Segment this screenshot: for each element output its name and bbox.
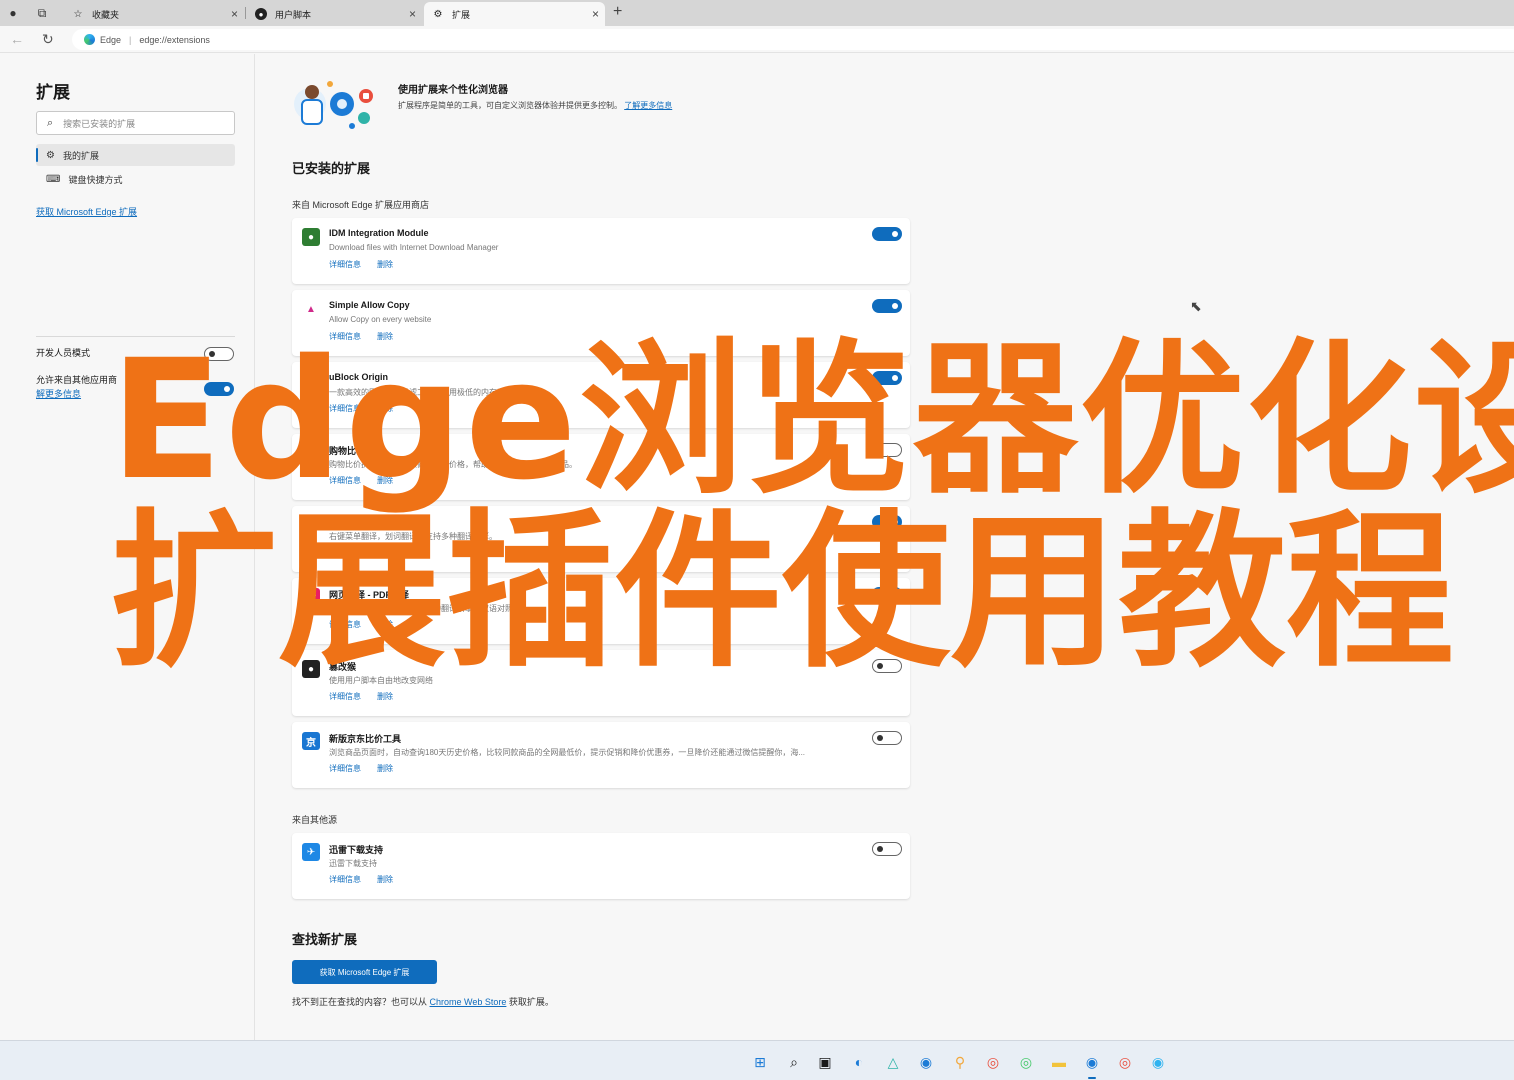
search-input[interactable]: ⌕ 搜索已安装的扩展 [36, 111, 235, 135]
app-icon[interactable]: ◐ [849, 1052, 869, 1072]
mouse-cursor-icon: ⬉ [1190, 298, 1202, 314]
sidebar-item-label: 我的扩展 [62, 150, 99, 161]
overlay-title-line2: 扩展插件使用教程 [110, 494, 1454, 690]
keyboard-icon: ⌨ [46, 173, 61, 185]
address-toolbar: ← ↻ Edge | edge://extensions [0, 26, 1514, 53]
other-source-label: 来自其他源 [292, 815, 338, 825]
extension-name: IDM Integration Module [329, 228, 429, 238]
refresh-icon[interactable]: ↻ [42, 31, 54, 48]
back-arrow-icon[interactable]: ← [10, 31, 24, 47]
developer-mode-label: 开发人员模式 [36, 348, 91, 358]
chrome-web-store-link[interactable]: Chrome Web Store [430, 997, 507, 1007]
details-link[interactable]: 详细信息 [329, 763, 361, 774]
file-explorer-icon[interactable]: ▬ [1049, 1052, 1069, 1072]
tab-strip: ● ⧉ ☆ 收藏夹 × ● 用户脚本 × ⚙ 扩展 × + [0, 0, 1514, 26]
tab-separator [245, 7, 246, 19]
extensions-hero-illustration [294, 81, 373, 129]
extension-toggle[interactable] [872, 299, 902, 313]
edge-beta-icon[interactable]: ◉ [916, 1052, 936, 1072]
workspaces-icon[interactable]: ⧉ [33, 4, 51, 22]
search-icon[interactable]: ⌕ [784, 1052, 804, 1072]
details-link[interactable]: 详细信息 [329, 259, 361, 270]
active-app-indicator [1088, 1077, 1096, 1079]
simple-allow-copy-icon: ▲ [302, 300, 320, 318]
search-placeholder: 搜索已安装的扩展 [63, 118, 136, 129]
close-icon[interactable]: × [231, 7, 238, 21]
extension-description: 浏览商品页面时，自动查询180天历史价格，比较同款商品的全网最低价，提示促销和降… [329, 748, 806, 757]
address-divider: | [129, 34, 132, 45]
find-note-suffix: 获取扩展。 [508, 997, 554, 1007]
get-extensions-link[interactable]: 获取 Microsoft Edge 扩展 [36, 205, 137, 218]
tab-label: 扩展 [452, 9, 471, 20]
installed-heading: 已安装的扩展 [292, 161, 371, 176]
remove-link[interactable]: 删除 [377, 874, 393, 885]
taskbar: ⊞ ⌕ ▣ ◐ △ ◉ ⚲ ◎ ◎ ▬ ◉ ◎ ◉ [0, 1040, 1514, 1080]
search-icon: ⌕ [47, 116, 54, 129]
search-app-icon[interactable]: ⚲ [950, 1052, 970, 1072]
hero-description: 扩展程序是简单的工具，可自定义浏览器体验并提供更多控制。 了解更多信息 [398, 100, 672, 111]
hero-learn-more-link[interactable]: 了解更多信息 [624, 101, 672, 110]
edge-logo-icon [84, 34, 95, 45]
extension-toggle[interactable] [872, 731, 902, 745]
extension-name: Simple Allow Copy [329, 300, 410, 310]
favorites-star-icon: ☆ [73, 8, 83, 20]
extension-card: ✈ 迅雷下载支持 迅雷下载支持 详细信息 删除 [292, 833, 910, 899]
remove-link[interactable]: 删除 [377, 259, 393, 270]
jd-price-icon: 京 [302, 732, 320, 750]
address-site-label: Edge [100, 34, 122, 45]
store-source-label: 来自 Microsoft Edge 扩展应用商店 [292, 200, 430, 210]
extension-puzzle-icon: ⚙ [433, 8, 443, 20]
extension-card: ● IDM Integration Module Download files … [292, 218, 910, 284]
sidebar-item-my-extensions[interactable]: ⚙ 我的扩展 [36, 144, 235, 166]
chrome-alt-icon[interactable]: ◎ [1016, 1052, 1036, 1072]
extension-card: 京 新版京东比价工具 浏览商品页面时，自动查询180天历史价格，比较同款商品的全… [292, 722, 910, 788]
sidebar-item-label: 键盘快捷方式 [68, 174, 123, 185]
extension-toggle[interactable] [872, 842, 902, 856]
new-tab-button[interactable]: + [613, 3, 622, 21]
find-note: 找不到正在查找的内容？也可以从 Chrome Web Store 获取扩展。 [292, 995, 554, 1008]
close-icon[interactable]: × [592, 7, 599, 21]
tab-extensions[interactable]: ⚙ 扩展 × [424, 2, 605, 26]
hero-desc-text: 扩展程序是简单的工具，可自定义浏览器体验并提供更多控制。 [398, 101, 622, 110]
app-icon[interactable]: △ [883, 1052, 903, 1072]
extension-description: Download files with Internet Download Ma… [329, 243, 499, 252]
address-bar[interactable]: Edge | edge://extensions [72, 29, 1514, 50]
details-link[interactable]: 详细信息 [329, 691, 361, 702]
remove-link[interactable]: 删除 [377, 763, 393, 774]
extension-name: 迅雷下载支持 [329, 845, 384, 855]
edge-dev-icon[interactable]: ◉ [1148, 1052, 1168, 1072]
chrome-icon[interactable]: ◎ [983, 1052, 1003, 1072]
sidebar-title: 扩展 [36, 83, 70, 102]
thunder-icon: ✈ [302, 843, 320, 861]
task-view-icon[interactable]: ▣ [815, 1052, 835, 1072]
find-note-prefix: 找不到正在查找的内容？也可以从 [292, 997, 428, 1007]
address-url: edge://extensions [139, 34, 210, 45]
edge-icon[interactable]: ◉ [1082, 1052, 1102, 1072]
hero-title: 使用扩展来个性化浏览器 [398, 85, 508, 96]
details-link[interactable]: 详细信息 [329, 874, 361, 885]
find-heading: 查找新扩展 [292, 932, 358, 947]
tab-favorites[interactable]: ☆ 收藏夹 × [64, 2, 244, 26]
sidebar-item-keyboard-shortcuts[interactable]: ⌨ 键盘快捷方式 [36, 168, 235, 190]
extension-description: Allow Copy on every website [329, 315, 432, 324]
chrome-canary-icon[interactable]: ◎ [1115, 1052, 1135, 1072]
userscript-icon: ● [255, 8, 267, 20]
extension-description: 迅雷下载支持 [329, 859, 377, 868]
tab-label: 用户脚本 [275, 9, 312, 20]
profile-avatar-icon[interactable]: ● [4, 4, 22, 22]
extension-toggle[interactable] [872, 227, 902, 241]
remove-link[interactable]: 删除 [377, 691, 393, 702]
idm-icon: ● [302, 228, 320, 246]
extension-icon: ⚙ [46, 149, 55, 161]
extension-name: 新版京东比价工具 [329, 734, 402, 744]
start-windows-icon[interactable]: ⊞ [750, 1052, 770, 1072]
tab-userscript[interactable]: ● 用户脚本 × [247, 2, 422, 26]
close-icon[interactable]: × [409, 7, 416, 21]
overlay-title-line1: Edge浏览器优化设 [110, 324, 1514, 516]
get-extensions-button[interactable]: 获取 Microsoft Edge 扩展 [292, 960, 437, 984]
tab-label: 收藏夹 [92, 9, 120, 20]
